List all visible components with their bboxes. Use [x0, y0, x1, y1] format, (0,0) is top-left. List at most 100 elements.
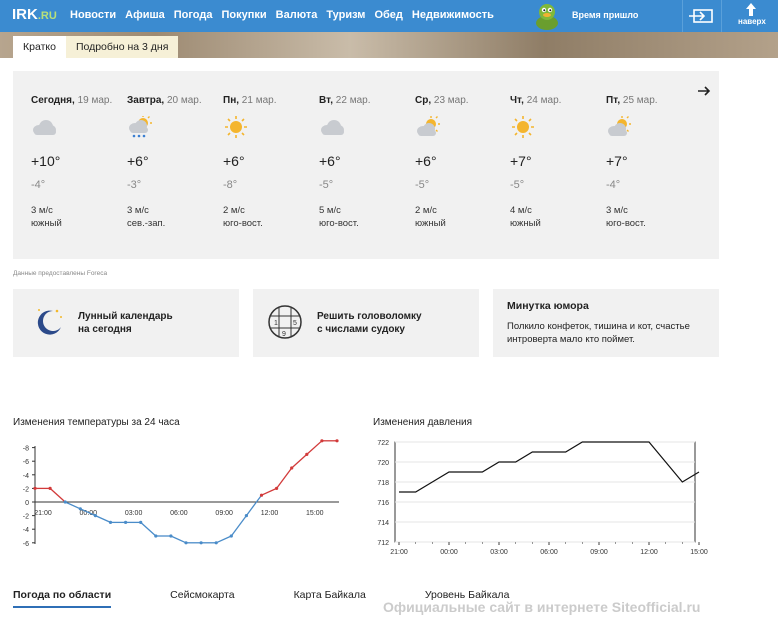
wind-direction: сев.-зап. [127, 218, 166, 229]
nav-link-afisha[interactable]: Афиша [123, 8, 167, 22]
temp-y-tick-label: -8 [23, 446, 29, 453]
scroll-up-button[interactable]: наверх [724, 0, 778, 32]
logo-suffix: .RU [37, 10, 57, 22]
temp-x-tick-label: 09:00 [215, 510, 233, 517]
day-name: Завтра, 20 мар. [127, 95, 222, 106]
pressure-chart-title: Изменения давления [373, 417, 472, 428]
pressure-y-tick-label: 714 [377, 520, 389, 527]
temp-min: -5° [319, 179, 334, 191]
day-date: 23 мар. [433, 95, 469, 106]
tab-seismic-map[interactable]: Сейсмокарта [170, 589, 234, 608]
day-forecast[interactable]: Пн, 21 мар. +6° -8° 2 м/с юго-вост. [223, 95, 318, 229]
temp-x-tick-label: 06:00 [170, 510, 188, 517]
wind-info: 2 м/с юго-вост. [223, 204, 263, 230]
day-forecast[interactable]: Пт, 25 мар. +7° -4° 3 м/с юго-вост. [606, 95, 701, 229]
temp-x-tick-label: 15:00 [306, 510, 324, 517]
wind-info: 3 м/с юго-вост. [606, 204, 646, 230]
temp-y-tick-label: -2 [23, 514, 29, 521]
pressure-plot-frame [394, 441, 696, 543]
svg-text:5: 5 [293, 320, 297, 327]
nav-link-currency[interactable]: Валюта [274, 8, 320, 22]
scroll-up-label: наверх [738, 17, 766, 26]
temp-point [154, 534, 158, 538]
wind-speed: 5 м/с [319, 205, 341, 216]
temp-point [93, 514, 97, 518]
temp-line-segment [276, 467, 293, 489]
svg-text:9: 9 [282, 331, 286, 338]
temp-line-segment [215, 535, 232, 544]
temp-line-segment [95, 515, 111, 523]
duck-mascot-icon[interactable] [532, 1, 562, 31]
cloud-icon [33, 120, 56, 135]
day-forecast[interactable]: Чт, 24 мар. +7° -5° 4 м/с южный [510, 95, 605, 229]
temp-point [244, 514, 248, 518]
login-button[interactable] [682, 0, 722, 32]
nav-link-weather[interactable]: Погода [172, 8, 215, 22]
joke-body: Полкило конфеток, тишина и кот, счастье … [507, 320, 717, 346]
wind-direction: южный [415, 218, 446, 229]
tab-3-days[interactable]: Подробно на 3 дня [65, 36, 179, 58]
nav-link-lunch[interactable]: Обед [372, 8, 404, 22]
tab-region-weather[interactable]: Погода по области [13, 589, 112, 608]
moon-card-line2: на сегодня [78, 324, 132, 335]
temp-point [48, 486, 52, 490]
wind-speed: 3 м/с [606, 205, 628, 216]
time-promo-text[interactable]: Время пришло [572, 10, 638, 20]
pressure-y-tick-label: 712 [377, 540, 389, 547]
moon-card-line1: Лунный календарь [78, 311, 173, 322]
nav-link-shopping[interactable]: Покупки [220, 8, 269, 22]
temp-line-segment [261, 487, 277, 496]
temp-y-tick-label: -2 [23, 486, 29, 493]
wind-info: 3 м/с сев.-зап. [127, 204, 165, 230]
site-logo[interactable]: IRK.RU [12, 6, 57, 23]
temp-max: +6° [415, 153, 437, 169]
temp-max: +6° [127, 153, 149, 169]
day-forecast[interactable]: Ср, 23 мар. +6° -5° 2 м/с южный [415, 95, 510, 229]
day-label: Пн, [223, 95, 240, 106]
joke-card[interactable]: Минутка юмора Полкило конфеток, тишина и… [493, 289, 719, 357]
day-label: Ср, [415, 95, 432, 106]
joke-line2: интроверта мало кто поймет. [507, 334, 635, 345]
temp-point [229, 534, 233, 538]
wind-direction: юго-вост. [223, 218, 263, 229]
sun-cloud-snow-icon [129, 116, 152, 138]
temp-point [199, 541, 203, 545]
nav-link-realty[interactable]: Недвижимость [410, 8, 496, 22]
temp-line-segment [49, 487, 66, 503]
moon-calendar-card[interactable]: Лунный календарь на сегодня [13, 289, 239, 357]
wind-info: 2 м/с южный [415, 204, 446, 230]
temp-point [139, 520, 143, 524]
temp-point [169, 534, 173, 538]
pressure-x-tick-label: 00:00 [440, 549, 458, 556]
day-date: 25 мар. [622, 95, 658, 106]
day-forecast[interactable]: Завтра, 20 мар. +6° -3° 3 м/с сев.-зап. [127, 95, 222, 229]
temp-min: -5° [415, 179, 430, 191]
temp-point [124, 520, 128, 524]
tab-baikal-map[interactable]: Карта Байкала [294, 589, 366, 608]
temp-min: -8° [223, 179, 238, 191]
temp-max: +10° [31, 153, 61, 169]
day-date: 21 мар. [241, 95, 277, 106]
nav-link-news[interactable]: Новости [68, 8, 118, 22]
sudoku-icon: 5 9 1 [268, 305, 302, 339]
day-forecast[interactable]: Вт, 22 мар. +6° -5° 5 м/с юго-вост. [319, 95, 414, 229]
wind-direction: юго-вост. [606, 218, 646, 229]
temp-line-segment [64, 501, 81, 510]
nav-link-tourism[interactable]: Туризм [324, 8, 367, 22]
tab-brief[interactable]: Кратко [13, 36, 66, 58]
sudoku-card[interactable]: 5 9 1 Решить головоломку с числами судок… [253, 289, 479, 357]
temp-max: +7° [606, 153, 628, 169]
temp-point [290, 466, 294, 470]
cloud-icon [321, 120, 344, 135]
temp-line-segment [170, 535, 187, 544]
temp-point [259, 493, 264, 497]
sudoku-card-line2: с числами судоку [317, 324, 405, 335]
day-forecast[interactable]: Сегодня, 19 мар. +10° -4° 3 м/с южный [31, 95, 126, 229]
pressure-y-tick-label: 720 [377, 460, 389, 467]
pressure-y-tick-label: 718 [377, 480, 389, 487]
temp-max: +6° [319, 153, 341, 169]
temp-point [305, 452, 309, 456]
temp-max: +7° [510, 153, 532, 169]
temp-x-tick-label: 03:00 [125, 510, 143, 517]
sun-cloud-icon [417, 116, 440, 136]
